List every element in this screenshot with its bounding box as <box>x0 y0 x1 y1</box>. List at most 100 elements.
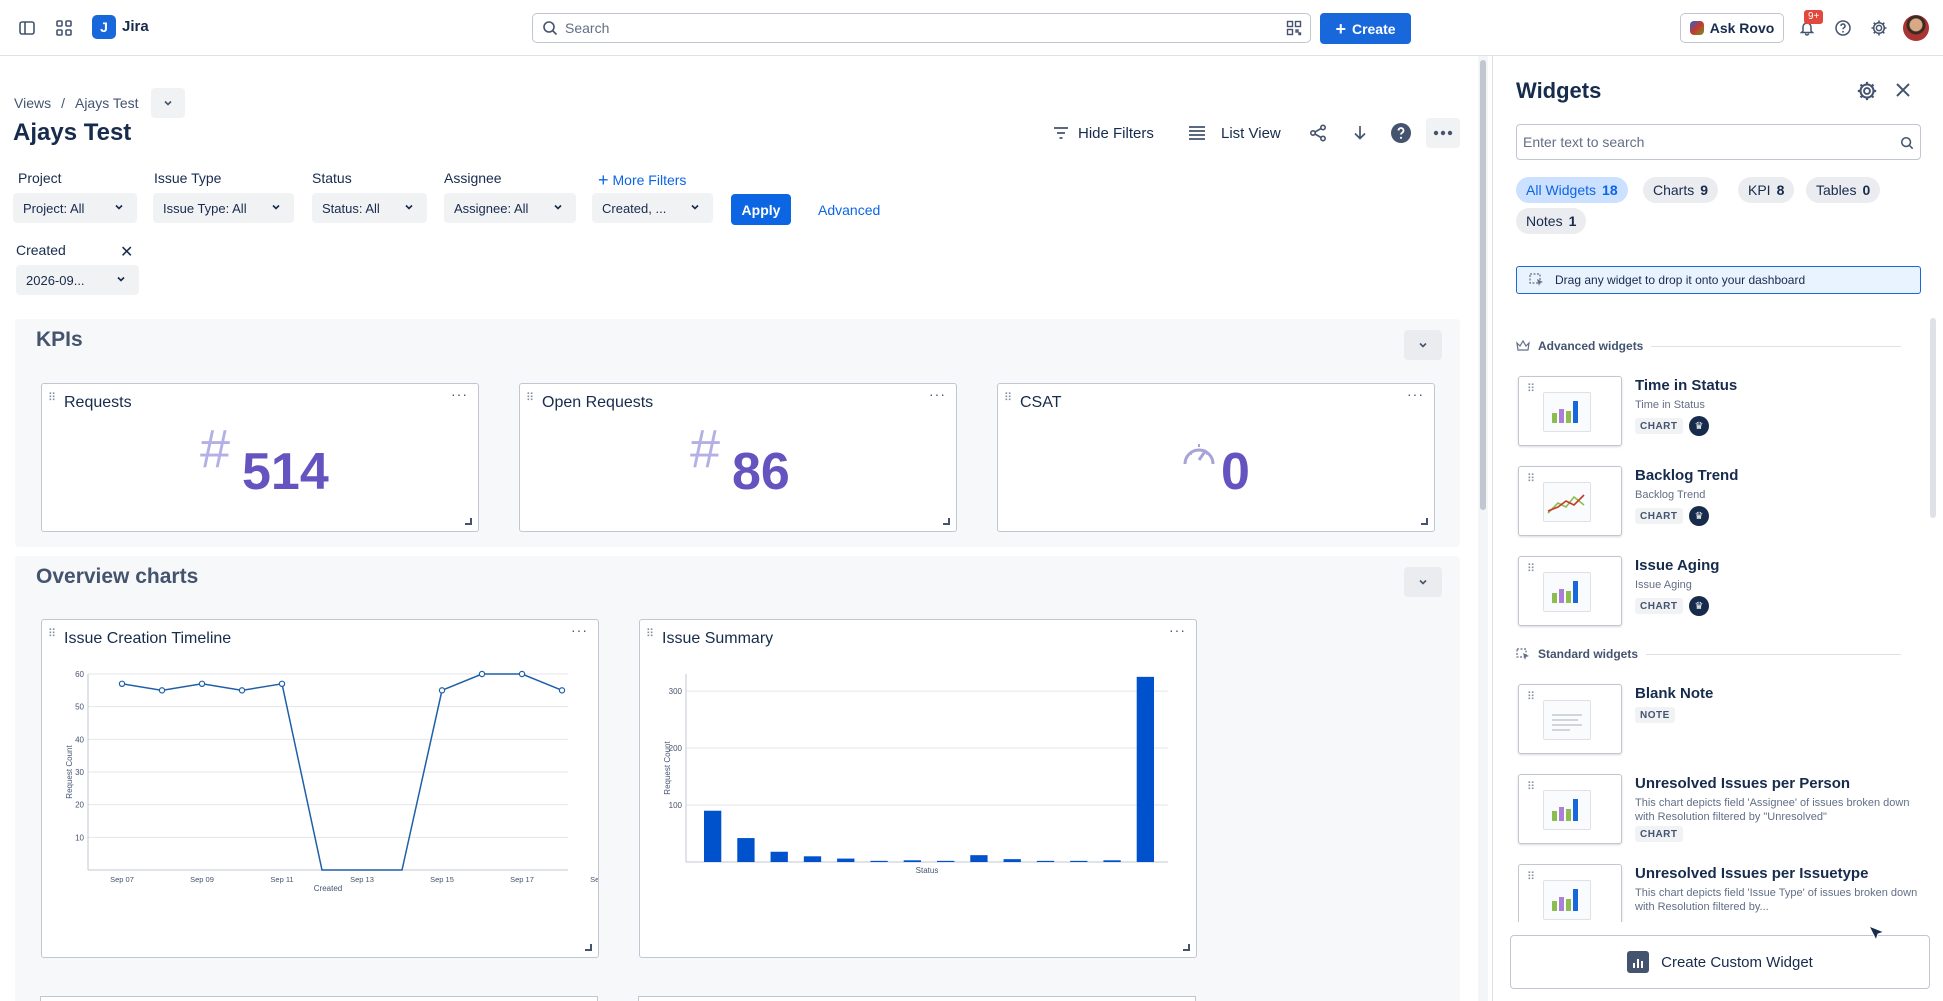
drag-handle-icon[interactable]: ⠿ <box>1004 393 1012 404</box>
chevron-down-icon <box>691 204 699 210</box>
widget-item-blank-note[interactable]: ⠿ Blank Note NOTE <box>1518 684 1918 756</box>
resize-handle-icon[interactable] <box>1183 944 1190 951</box>
bar <box>870 860 888 862</box>
widget-item-unresolved-per-person[interactable]: ⠿ Unresolved Issues per Person This char… <box>1518 774 1918 846</box>
view-dropdown-button[interactable] <box>150 88 185 118</box>
created-filter-select[interactable]: 2026-09... <box>16 265 139 295</box>
filter-chip-kpi[interactable]: KPI 8 <box>1738 177 1795 203</box>
bar <box>1136 676 1155 862</box>
filter-chip-tables[interactable]: Tables 0 <box>1806 177 1881 203</box>
sidebar-toggle-icon[interactable] <box>15 16 39 40</box>
card-menu-icon[interactable]: ··· <box>451 386 468 402</box>
gauge-icon <box>1183 444 1215 465</box>
kpi-card-title: CSAT <box>1020 394 1062 411</box>
remove-created-filter-icon[interactable]: ✕ <box>120 242 133 262</box>
widget-description: Backlog Trend <box>1635 489 1706 501</box>
advanced-link[interactable]: Advanced <box>818 202 880 218</box>
list-view-button[interactable]: List View <box>1187 118 1281 148</box>
top-navigation: J Jira Search + Create Ask Rovo 9+ <box>0 0 1943 56</box>
resize-handle-icon[interactable] <box>1421 518 1428 525</box>
created-range-select[interactable]: Created, ... <box>592 193 713 223</box>
chart-card-title: Issue Summary <box>662 630 774 647</box>
chart-card-issue-summary[interactable]: ⠿ Issue Summary ··· 100 200 300 Status Reque… <box>639 619 1197 958</box>
user-avatar[interactable] <box>1903 15 1929 41</box>
widget-name: Unresolved Issues per Person <box>1635 775 1851 792</box>
chart-card-issue-creation-timeline[interactable]: ⠿ Issue Creation Timeline ··· 10 20 30 40 50… <box>41 619 599 958</box>
collapse-overview-button[interactable] <box>1404 567 1442 597</box>
status-filter-select[interactable]: Status: All <box>312 193 427 223</box>
drag-handle-icon[interactable]: ⠿ <box>646 629 654 640</box>
hide-filters-button[interactable]: Hide Filters <box>1052 118 1154 148</box>
kpi-card-open-requests[interactable]: ⠿ Open Requests ··· # 86 <box>519 383 957 532</box>
standard-widgets-label: Standard widgets <box>1538 647 1639 661</box>
widget-item-backlog-trend[interactable]: ⠿ Backlog Trend Backlog Trend CHART ♛ <box>1518 466 1918 538</box>
more-filters-link[interactable]: + More Filters <box>598 171 686 189</box>
drag-handle-icon[interactable]: ⠿ <box>48 629 56 640</box>
breadcrumb-current[interactable]: Ajays Test <box>75 95 139 111</box>
kpi-card-requests[interactable]: ⠿ Requests ··· # 514 <box>41 383 479 532</box>
create-button[interactable]: + Create <box>1320 13 1411 44</box>
panel-settings-gear-icon[interactable] <box>1856 80 1878 105</box>
chip-label: Charts <box>1653 182 1695 198</box>
help-circle-icon[interactable] <box>1387 118 1415 148</box>
more-options-button[interactable] <box>1426 118 1460 148</box>
widget-item-unresolved-per-issuetype[interactable]: ⠿ Unresolved Issues per Issuetype This c… <box>1518 864 1918 922</box>
bar <box>803 856 822 862</box>
card-menu-icon[interactable]: ··· <box>1407 386 1424 402</box>
collapse-kpis-button[interactable] <box>1404 330 1442 360</box>
widget-item-time-in-status[interactable]: ⠿ Time in Status Time in Status CHART ♛ <box>1518 376 1918 448</box>
help-icon[interactable] <box>1831 16 1855 40</box>
y-tick-label: 50 <box>75 703 84 712</box>
premium-crown-icon: ♛ <box>1689 416 1709 436</box>
premium-crown-icon: ♛ <box>1689 596 1709 616</box>
qr-scan-icon[interactable] <box>1286 20 1302 39</box>
resize-handle-icon[interactable] <box>465 518 472 525</box>
project-filter-select[interactable]: Project: All <box>13 193 137 223</box>
apply-button[interactable]: Apply <box>731 194 791 225</box>
widget-search-input[interactable]: Enter text to search <box>1516 124 1921 160</box>
search-icon <box>1900 136 1914 150</box>
widget-item-issue-aging[interactable]: ⠿ Issue Aging Issue Aging CHART ♛ <box>1518 556 1918 628</box>
data-point <box>238 687 246 694</box>
filter-chip-charts[interactable]: Charts 9 <box>1643 177 1719 203</box>
status-filter-label: Status <box>312 170 352 186</box>
breadcrumb-views[interactable]: Views <box>14 95 51 111</box>
download-icon[interactable] <box>1346 118 1374 148</box>
bar <box>1036 860 1055 862</box>
chip-label: All Widgets <box>1526 182 1597 198</box>
advanced-widgets-heading: Advanced widgets <box>1516 339 1901 353</box>
ask-rovo-button[interactable]: Ask Rovo <box>1680 13 1784 43</box>
widget-name: Issue Aging <box>1635 557 1720 574</box>
app-switcher-icon[interactable] <box>52 16 76 40</box>
filter-chip-notes[interactable]: Notes 1 <box>1516 208 1587 234</box>
drag-handle-icon[interactable]: ⠿ <box>48 393 56 404</box>
assignee-filter-select[interactable]: Assignee: All <box>444 193 576 223</box>
app-name[interactable]: Jira <box>122 18 149 35</box>
widget-name: Time in Status <box>1635 377 1738 394</box>
kpi-card-csat[interactable]: ⠿ CSAT ··· 0 <box>997 383 1435 532</box>
card-menu-icon[interactable]: ··· <box>929 386 946 402</box>
issue-type-filter-select[interactable]: Issue Type: All <box>153 193 294 223</box>
resize-handle-icon[interactable] <box>585 944 592 951</box>
main-scrollbar[interactable] <box>1478 56 1488 1001</box>
widget-description: This chart depicts field 'Assignee' of i… <box>1635 797 1910 823</box>
filter-chip-all-widgets[interactable]: All Widgets 18 <box>1516 177 1628 203</box>
chevron-down-icon <box>1419 579 1427 585</box>
card-menu-icon[interactable]: ··· <box>1169 622 1186 638</box>
standard-widgets-heading: Standard widgets <box>1516 647 1901 661</box>
jira-logo[interactable]: J <box>92 15 116 39</box>
created-filter-value: 2026-09... <box>26 272 85 288</box>
panel-scrollbar[interactable] <box>1930 318 1936 518</box>
next-chart-card-edge <box>638 996 1196 1001</box>
resize-handle-icon[interactable] <box>943 518 950 525</box>
chip-count: 1 <box>1568 213 1577 229</box>
drag-handle-icon[interactable]: ⠿ <box>526 393 534 404</box>
x-tick-label: Sep 17 <box>510 875 534 884</box>
card-menu-icon[interactable]: ··· <box>571 622 588 638</box>
close-panel-icon[interactable] <box>1893 80 1913 103</box>
settings-gear-icon[interactable] <box>1867 16 1891 40</box>
list-view-label: List View <box>1221 124 1281 142</box>
x-tick-label: Sep 13 <box>350 875 374 884</box>
share-icon[interactable] <box>1304 118 1332 148</box>
search-input[interactable]: Search <box>532 13 1311 43</box>
